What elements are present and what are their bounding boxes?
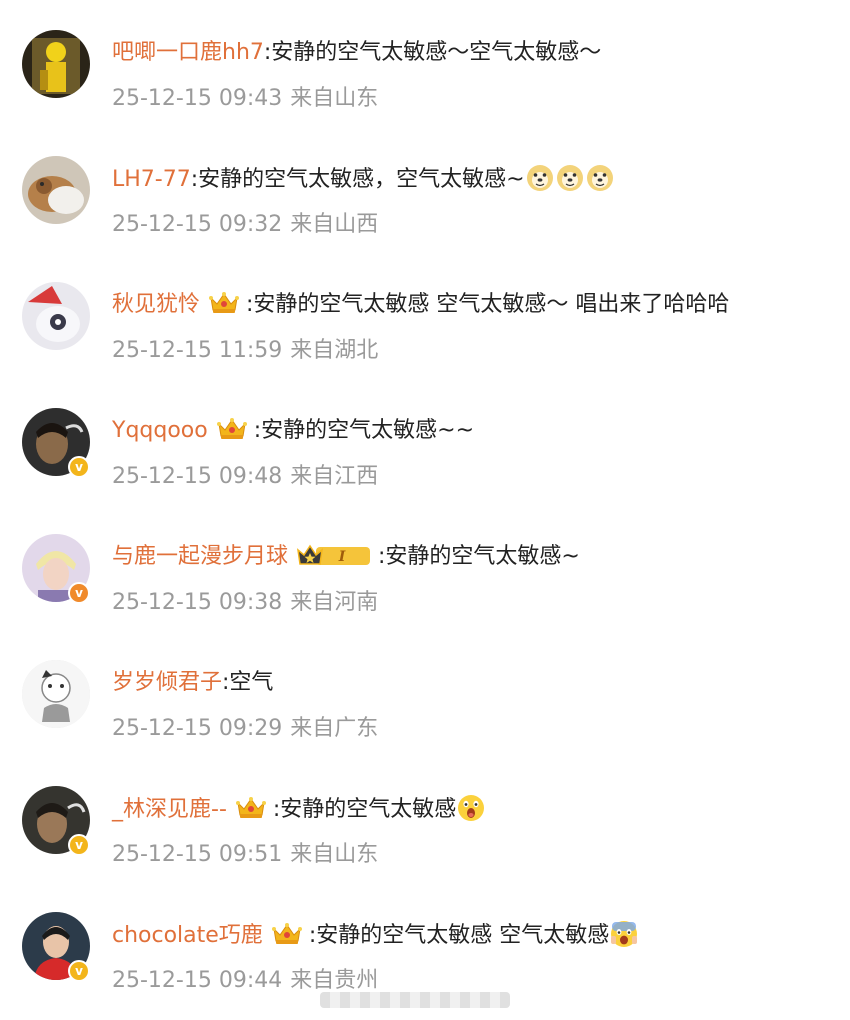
username-link[interactable]: LH7-77 xyxy=(112,167,191,192)
comment-item: v chocolate巧鹿 :安静的空气太敏感 空气太敏感 25-12-15 09… xyxy=(0,882,850,1008)
comment-item: 岁岁倾君子:空气 25-12-15 09:29 来自广东 xyxy=(0,630,850,756)
comment-content: :安静的空气太敏感~ xyxy=(378,544,580,569)
comment-content: :安静的空气太敏感 空气太敏感～ 唱出来了哈哈哈 xyxy=(246,292,730,317)
timestamp: 25-12-15 11:59 xyxy=(112,338,283,363)
comment-meta: 25-12-15 09:51 来自山东 xyxy=(112,840,378,870)
comment-meta: 25-12-15 09:38 来自河南 xyxy=(112,588,378,618)
avatar[interactable] xyxy=(22,282,90,350)
comment-text: chocolate巧鹿 :安静的空气太敏感 空气太敏感 xyxy=(112,920,639,952)
comment-meta: 25-12-15 09:29 来自广东 xyxy=(112,714,378,744)
shocked-emoji xyxy=(610,920,638,948)
verified-badge: v xyxy=(68,582,90,604)
surprised-emoji xyxy=(457,794,485,822)
location: 来自山东 xyxy=(290,86,379,111)
location: 来自山西 xyxy=(290,212,379,237)
crown-icon xyxy=(271,921,303,947)
comment-content: :安静的空气太敏感，空气太敏感~ xyxy=(190,167,525,192)
comment-text: 与鹿一起漫步月球 I :安静的空气太敏感~ xyxy=(112,542,580,572)
timestamp: 25-12-15 09:51 xyxy=(112,842,283,867)
comment-text: _林深见鹿-- :安静的空气太敏感 xyxy=(112,794,486,826)
doge-emoji xyxy=(556,164,584,192)
username-link[interactable]: 岁岁倾君子 xyxy=(112,670,222,695)
verified-badge: v xyxy=(68,456,90,478)
crown-level-badge: I xyxy=(296,542,372,568)
username-link[interactable]: Yqqqooo xyxy=(112,418,208,443)
comment-meta: 25-12-15 09:43 来自山东 xyxy=(112,84,378,114)
comment-content: :空气 xyxy=(222,670,274,695)
crown-icon xyxy=(235,795,267,821)
avatar[interactable] xyxy=(22,660,90,728)
doge-emoji xyxy=(586,164,614,192)
comment-content: :安静的空气太敏感～空气太敏感～ xyxy=(263,40,602,65)
timestamp: 25-12-15 09:38 xyxy=(112,590,283,615)
timestamp: 25-12-15 09:29 xyxy=(112,716,283,741)
comment-item: LH7-77:安静的空气太敏感，空气太敏感~ 25-12-15 09:32 来自山… xyxy=(0,126,850,252)
comment-content: :安静的空气太敏感 空气太敏感 xyxy=(308,923,610,948)
username-link[interactable]: 秋见犹怜 xyxy=(112,292,200,317)
location: 来自江西 xyxy=(290,464,379,489)
comment-meta: 25-12-15 09:32 来自山西 xyxy=(112,210,378,240)
crown-icon xyxy=(208,290,240,316)
comment-text: 吧唧一口鹿hh7:安静的空气太敏感～空气太敏感～ xyxy=(112,38,601,68)
doge-emoji xyxy=(526,164,554,192)
verified-badge: v xyxy=(68,834,90,856)
username-link[interactable]: chocolate巧鹿 xyxy=(112,923,263,948)
username-link[interactable]: 吧唧一口鹿hh7 xyxy=(112,40,264,65)
comment-item: v Yqqqooo :安静的空气太敏感~~ 25-12-15 09:48 来自江西 xyxy=(0,378,850,504)
avatar[interactable] xyxy=(22,156,90,224)
timestamp: 25-12-15 09:48 xyxy=(112,464,283,489)
watermark-overlay xyxy=(320,992,510,1008)
crown-icon xyxy=(216,416,248,442)
comment-text: LH7-77:安静的空气太敏感，空气太敏感~ xyxy=(112,164,615,196)
comment-content: :安静的空气太敏感~~ xyxy=(253,418,474,443)
comment-content: :安静的空气太敏感 xyxy=(272,797,457,822)
comment-text: Yqqqooo :安静的空气太敏感~~ xyxy=(112,416,474,446)
timestamp: 25-12-15 09:44 xyxy=(112,968,283,993)
comment-item: 吧唧一口鹿hh7:安静的空气太敏感～空气太敏感～ 25-12-15 09:43 来… xyxy=(0,0,850,126)
location: 来自贵州 xyxy=(290,968,379,993)
comment-text: 岁岁倾君子:空气 xyxy=(112,668,273,698)
avatar[interactable] xyxy=(22,30,90,98)
location: 来自湖北 xyxy=(290,338,379,363)
timestamp: 25-12-15 09:43 xyxy=(112,86,283,111)
comment-meta: 25-12-15 09:48 来自江西 xyxy=(112,462,378,492)
timestamp: 25-12-15 09:32 xyxy=(112,212,283,237)
location: 来自广东 xyxy=(290,716,379,741)
location: 来自河南 xyxy=(290,590,379,615)
comment-item: v 与鹿一起漫步月球 I :安静的空气太敏感~ 25-12-15 09:38 来自河南 xyxy=(0,504,850,630)
comment-meta: 25-12-15 11:59 来自湖北 xyxy=(112,336,378,366)
comment-text: 秋见犹怜 :安静的空气太敏感 空气太敏感～ 唱出来了哈哈哈 xyxy=(112,290,729,320)
comment-item: v _林深见鹿-- :安静的空气太敏感 25-12-15 09:51 来自山东 xyxy=(0,756,850,882)
verified-badge: v xyxy=(68,960,90,982)
username-link[interactable]: 与鹿一起漫步月球 xyxy=(112,544,288,569)
username-link[interactable]: _林深见鹿-- xyxy=(112,797,227,822)
badge-level-text: I xyxy=(338,549,346,565)
location: 来自山东 xyxy=(290,842,379,867)
comment-item: 秋见犹怜 :安静的空气太敏感 空气太敏感～ 唱出来了哈哈哈 25-12-15 11… xyxy=(0,252,850,378)
